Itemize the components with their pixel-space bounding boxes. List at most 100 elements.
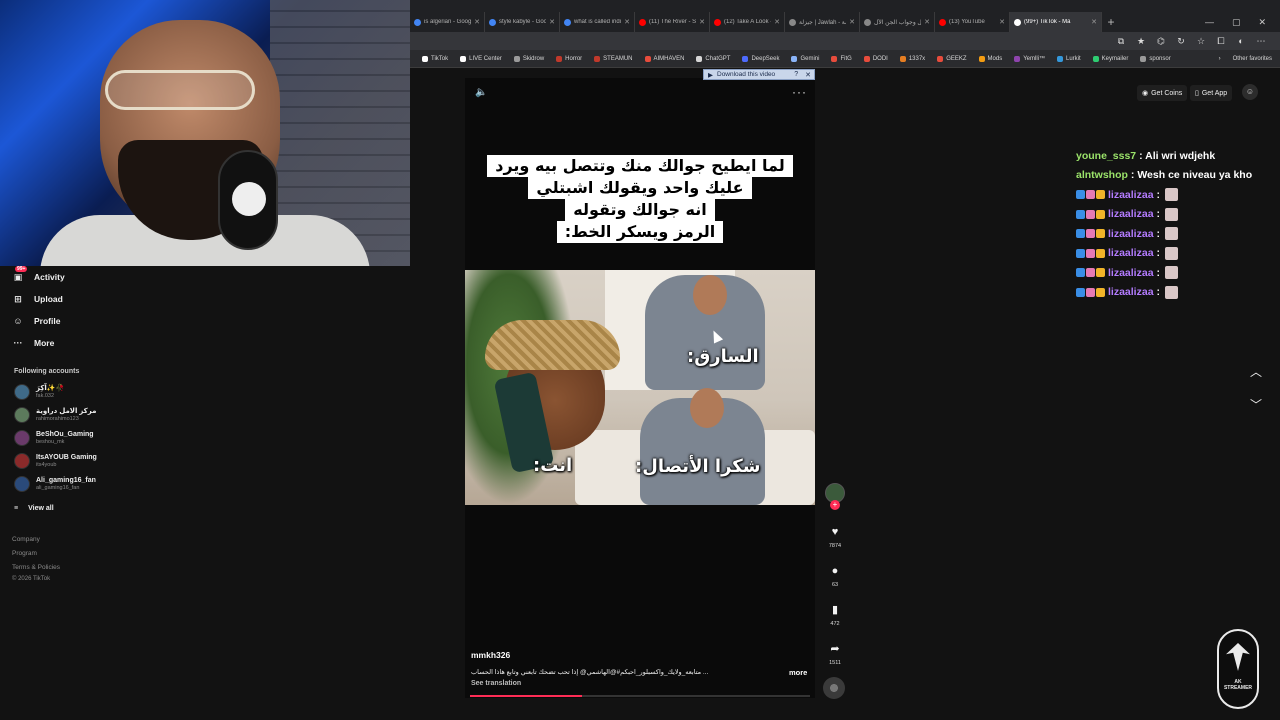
tab-close-icon[interactable]: ✕ bbox=[774, 18, 780, 26]
browser-tab[interactable]: (13) YouTube ✕ bbox=[935, 12, 1010, 32]
bookmark-item[interactable]: AIMHAVEN bbox=[639, 55, 691, 62]
browser-tab[interactable]: سؤال وجواب الجن الأل✕ bbox=[860, 12, 935, 32]
read-aloud-icon[interactable]: ⌬ bbox=[1156, 36, 1166, 46]
nav-more[interactable]: ··· More bbox=[12, 337, 55, 349]
share-button[interactable]: ➦ 1511 bbox=[824, 642, 846, 666]
bookmark-item[interactable]: Gemini bbox=[785, 55, 825, 62]
tab-close-icon[interactable]: ✕ bbox=[624, 18, 630, 26]
bookmark-item[interactable]: Mods bbox=[973, 55, 1009, 62]
follow-plus-icon[interactable]: + bbox=[830, 500, 840, 510]
description-more-button[interactable]: more bbox=[789, 668, 807, 677]
footer-company-link[interactable]: Company bbox=[12, 536, 40, 543]
bookmark-item[interactable]: Lurkit bbox=[1051, 55, 1087, 62]
refresh-icon[interactable]: ↻ bbox=[1176, 36, 1186, 46]
video-progress-bar[interactable] bbox=[470, 695, 810, 697]
following-account[interactable]: آكِرَ✨🥀 fak.032 bbox=[14, 384, 64, 400]
bookmark-item[interactable]: sponsor bbox=[1134, 55, 1176, 62]
minimize-icon[interactable]: — bbox=[1205, 17, 1214, 28]
video-options-icon[interactable]: ··· bbox=[792, 85, 807, 99]
download-close-icon[interactable]: ✕ bbox=[805, 71, 814, 79]
other-favorites-folder[interactable]: Other favorites bbox=[1233, 56, 1272, 62]
tab-close-icon[interactable]: ✕ bbox=[1091, 18, 1097, 26]
bookmarks-overflow: › Other favorites bbox=[1219, 56, 1280, 62]
bookmark-item[interactable]: Horror bbox=[550, 55, 588, 62]
nav-activity[interactable]: ▣ 99+ Activity bbox=[12, 266, 65, 283]
tab-close-icon[interactable]: ✕ bbox=[924, 18, 930, 26]
video-description: ... متابعه_ولايك_واكسبلور_احبكم#@الهاشمي… bbox=[471, 669, 709, 676]
bookmark-item[interactable]: Yemlli™ bbox=[1008, 55, 1051, 62]
bookmark-item[interactable]: FitG bbox=[825, 55, 857, 62]
streamer-logo: AK STREAMER bbox=[1217, 629, 1259, 709]
chat-message: lizaalizaa: bbox=[1076, 185, 1276, 205]
tab-search-icon[interactable]: ⧉ bbox=[1116, 36, 1126, 46]
browser-tab[interactable]: (11) The River - Short✕ bbox=[635, 12, 710, 32]
tab-favicon-icon bbox=[564, 18, 571, 26]
bookmark-item[interactable]: ChatGPT bbox=[690, 55, 736, 62]
bookmark-item[interactable]: TikTok bbox=[416, 55, 454, 62]
next-video-arrow-icon[interactable]: ﹀ bbox=[1250, 396, 1262, 413]
browser-tab[interactable]: (12) Take A Look - Sh✕ bbox=[710, 12, 785, 32]
chat-text: : bbox=[1156, 266, 1161, 279]
nav-upload[interactable]: ⊞ Upload bbox=[12, 293, 63, 305]
tab-close-icon[interactable]: ✕ bbox=[474, 18, 480, 26]
bookmark-star-icon[interactable]: ★ bbox=[1136, 36, 1146, 46]
bookmark-item[interactable]: Keymailer bbox=[1087, 55, 1135, 62]
music-disc-icon[interactable] bbox=[823, 677, 845, 699]
following-account[interactable]: ItsAYOUB Gaming its4youb bbox=[14, 453, 97, 469]
footer-terms-link[interactable]: Terms & Policies bbox=[12, 564, 60, 571]
previous-video-arrow-icon[interactable]: ︿ bbox=[1250, 363, 1262, 380]
window-close-icon[interactable]: ✕ bbox=[1258, 17, 1266, 28]
profile-icon[interactable]: ◐ bbox=[1236, 36, 1246, 46]
bookmark-item[interactable]: LIVE Center bbox=[454, 55, 508, 62]
bookmark-item[interactable]: Skidrow bbox=[508, 55, 550, 62]
save-button[interactable]: ▮ 472 bbox=[824, 603, 846, 627]
video-author[interactable]: mmkh326 bbox=[471, 650, 510, 660]
collections-icon[interactable]: ⧠ bbox=[1216, 36, 1226, 46]
tab-close-icon[interactable]: ✕ bbox=[849, 18, 855, 26]
chat-badge-icon bbox=[1096, 287, 1105, 297]
browser-tab[interactable]: style kabyle - Google✕ bbox=[485, 12, 560, 32]
chevron-right-icon[interactable]: › bbox=[1219, 56, 1221, 62]
browser-tab[interactable]: (99+) TikTok - Ma ✕ bbox=[1010, 12, 1102, 32]
tab-label: (12) Take A Look - Sh bbox=[724, 19, 771, 25]
bookmark-item[interactable]: DeepSeek bbox=[736, 55, 785, 62]
view-all-link[interactable]: ≡ View all bbox=[14, 505, 54, 512]
bookmark-favicon-icon bbox=[696, 55, 703, 62]
like-button[interactable]: ♥ 7874 bbox=[824, 525, 846, 549]
maximize-icon[interactable]: ▢ bbox=[1232, 17, 1241, 28]
tab-close-icon[interactable]: ✕ bbox=[699, 18, 705, 26]
bookmark-favicon-icon bbox=[831, 55, 838, 62]
chat-badge-icon bbox=[1086, 287, 1095, 297]
see-translation-link[interactable]: See translation bbox=[471, 680, 521, 687]
user-avatar[interactable]: ☺ bbox=[1242, 84, 1258, 100]
footer-program-link[interactable]: Program bbox=[12, 550, 37, 557]
following-account[interactable]: مركز الامل دراوية rahimorahimo123 bbox=[14, 407, 96, 423]
bookmark-item[interactable]: 1337x bbox=[894, 55, 931, 62]
following-account[interactable]: Ali_gaming16_fan ali_gaming16_fan bbox=[14, 476, 96, 492]
bookmark-item[interactable]: DODI bbox=[858, 55, 894, 62]
favorites-icon[interactable]: ☆ bbox=[1196, 36, 1206, 46]
browser-tab[interactable]: what is called indian✕ bbox=[560, 12, 635, 32]
bookmark-favicon-icon bbox=[1140, 55, 1147, 62]
browser-tab[interactable]: is algerian - Goog ✕ bbox=[410, 12, 485, 32]
download-video-bar[interactable]: ▶ Download this video ? ✕ bbox=[703, 69, 815, 80]
tab-close-icon[interactable]: ✕ bbox=[999, 18, 1005, 26]
bookmark-item[interactable]: STEAMUN bbox=[588, 55, 638, 62]
download-label: Download this video bbox=[717, 71, 776, 78]
browser-tab[interactable]: جيزلة | Jawlah - منصة✕ bbox=[785, 12, 860, 32]
following-account[interactable]: BeShOu_Gaming beshou_mk bbox=[14, 430, 94, 446]
bookmark-favicon-icon bbox=[556, 55, 563, 62]
new-tab-button[interactable]: + bbox=[1102, 15, 1120, 29]
get-coins-button[interactable]: ◉ Get Coins bbox=[1137, 85, 1188, 101]
avatar bbox=[14, 384, 30, 400]
get-app-button[interactable]: ▯ Get App bbox=[1190, 85, 1233, 101]
bookmark-label: Mods bbox=[987, 55, 1003, 62]
download-help-icon[interactable]: ? bbox=[794, 71, 801, 78]
like-count: 7874 bbox=[828, 543, 842, 549]
bookmark-item[interactable]: GEEKZ bbox=[931, 55, 972, 62]
volume-icon[interactable]: 🔈 bbox=[475, 87, 487, 98]
tab-close-icon[interactable]: ✕ bbox=[549, 18, 555, 26]
nav-profile[interactable]: ☺ Profile bbox=[12, 315, 60, 327]
browser-menu-icon[interactable]: ⋯ bbox=[1256, 36, 1266, 46]
comment-button[interactable]: ● 63 bbox=[824, 564, 846, 588]
